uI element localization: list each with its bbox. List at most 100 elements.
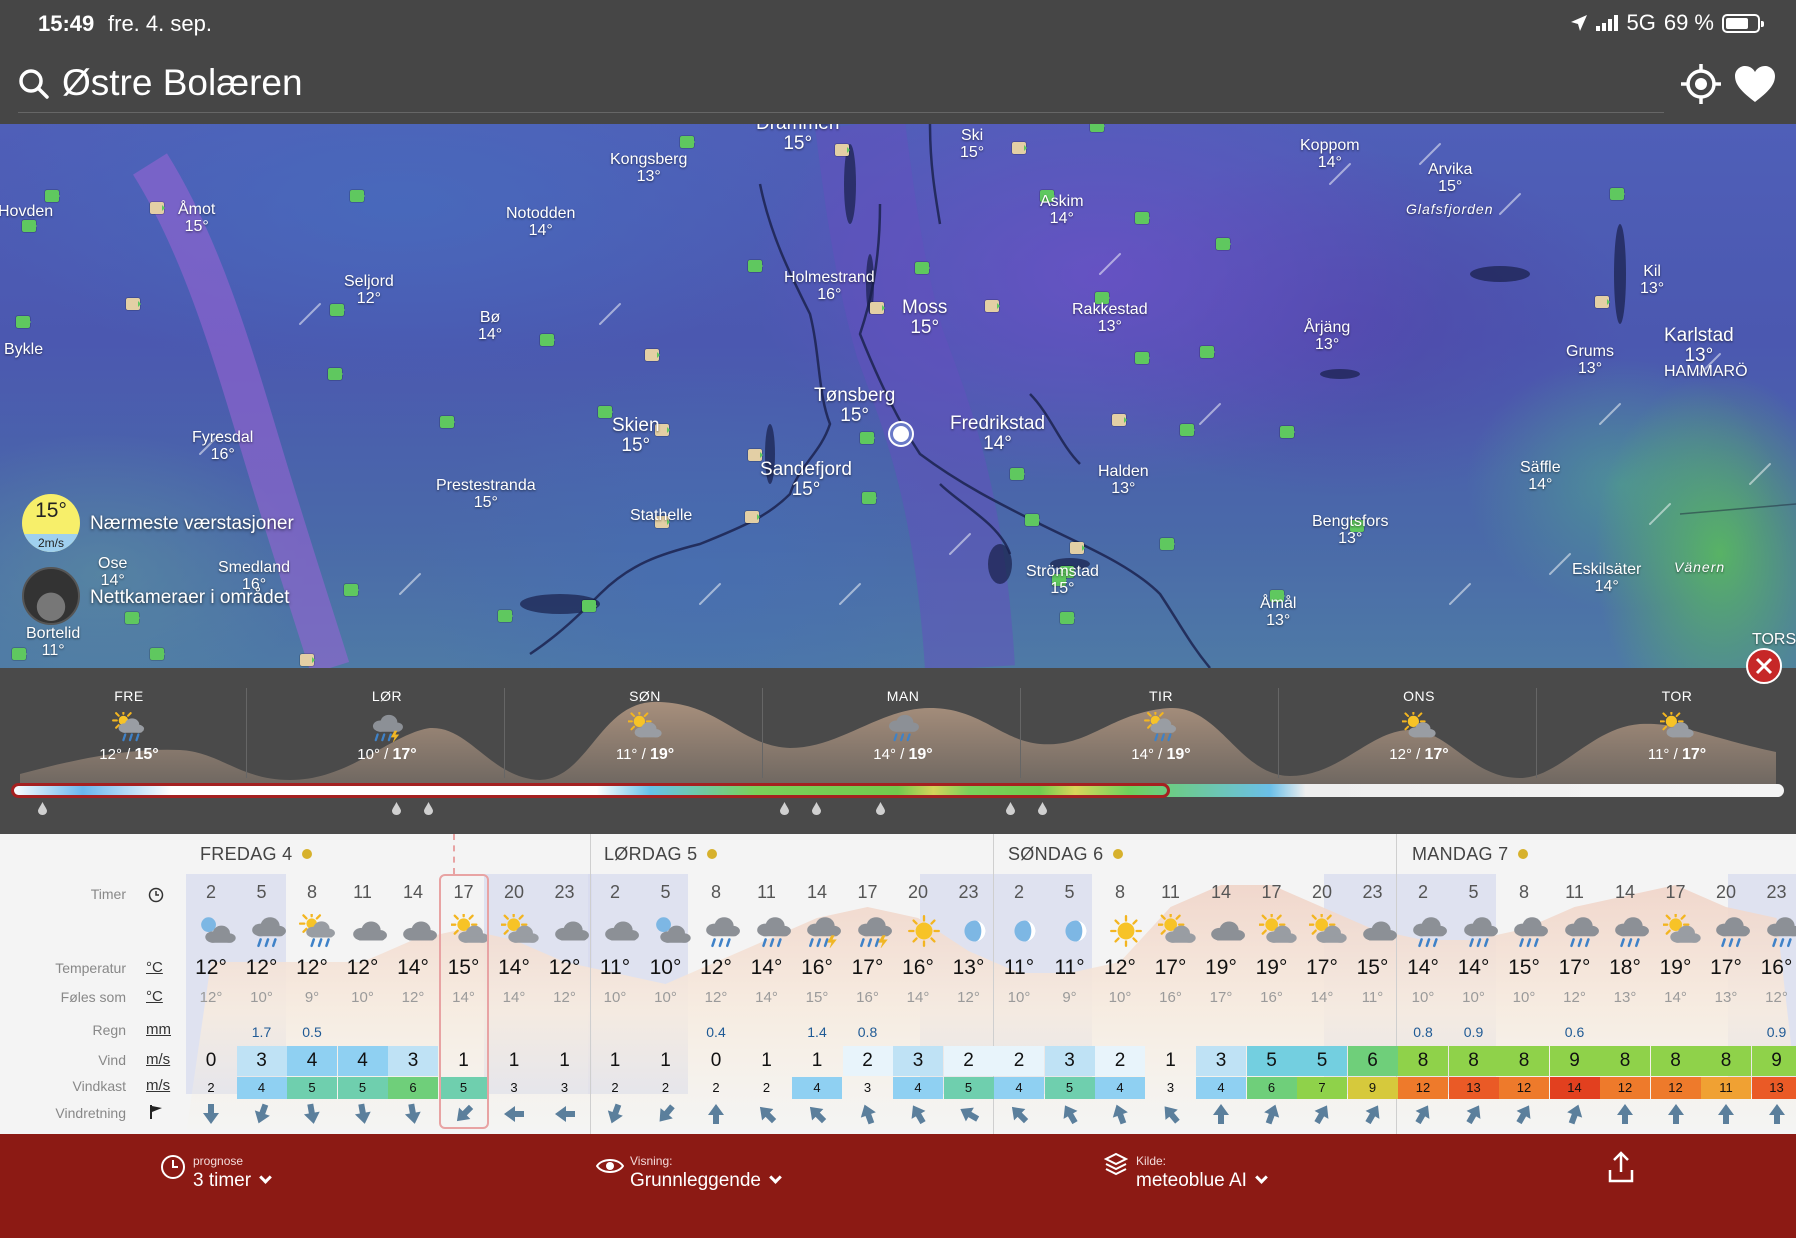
webcam-marker[interactable]	[1180, 424, 1195, 436]
map-city-label[interactable]: Koppom 14°	[1300, 137, 1360, 172]
map-city-label[interactable]: Säffle 14°	[1520, 459, 1561, 494]
map-city-label[interactable]: Åmot 15°	[178, 201, 215, 236]
webcam-marker[interactable]	[344, 584, 359, 596]
webcam-marker[interactable]	[45, 190, 60, 202]
webcam-marker[interactable]	[498, 610, 513, 622]
webcam-marker[interactable]	[598, 406, 613, 418]
map-city-label[interactable]: Moss 15°	[902, 298, 947, 338]
share-icon[interactable]	[1606, 1150, 1636, 1184]
webcam-marker[interactable]	[150, 648, 165, 660]
weather-map[interactable]: Drammen15° Ski15° Kongsberg13° Koppom14°…	[0, 124, 1796, 668]
map-city-label[interactable]: TORS	[1752, 631, 1796, 649]
webcam-marker[interactable]	[985, 300, 1000, 312]
close-week-button[interactable]	[1746, 648, 1782, 684]
webcam-marker[interactable]	[1200, 346, 1215, 358]
map-city-label[interactable]: Halden 13°	[1098, 463, 1149, 498]
webcam-marker[interactable]	[1135, 212, 1150, 224]
map-city-label[interactable]: Drammen15°	[756, 124, 839, 154]
hourly-forecast[interactable]: FREDAG 4 LØRDAG 5 SØNDAG 6 MANDAG 7 Time…	[0, 834, 1796, 1134]
webcam-marker[interactable]	[1280, 426, 1295, 438]
week-day-man[interactable]: MAN 14° / 19°	[774, 688, 1032, 764]
map-city-label[interactable]: Notodden 14°	[506, 205, 575, 240]
webcam-marker[interactable]	[328, 368, 343, 380]
rain-unit[interactable]: mm	[146, 1021, 171, 1038]
webcam-marker[interactable]	[1610, 188, 1625, 200]
webcam-marker[interactable]	[582, 600, 597, 612]
map-city-label[interactable]: Bengtsfors 13°	[1312, 513, 1388, 548]
webcam-marker[interactable]	[330, 304, 345, 316]
webcam-marker[interactable]	[12, 648, 27, 660]
map-city-label[interactable]: Fyresdal 16°	[192, 429, 253, 464]
webcam-marker[interactable]	[126, 298, 141, 310]
webcam-marker[interactable]	[440, 416, 455, 428]
search-icon[interactable]	[18, 68, 50, 100]
webcam-thumbnail[interactable]	[22, 567, 80, 625]
webcam-marker[interactable]	[1012, 142, 1027, 154]
webcam-marker[interactable]	[862, 492, 877, 504]
map-city-label[interactable]: Strömstad 15°	[1026, 563, 1099, 598]
map-city-label[interactable]: Fredrikstad 14°	[950, 414, 1045, 454]
webcam-marker[interactable]	[1135, 352, 1150, 364]
webcam-marker[interactable]	[680, 136, 695, 148]
map-city-label[interactable]: Bø 14°	[478, 309, 502, 344]
week-day-tor[interactable]: TOR 11° / 17°	[1548, 688, 1796, 764]
week-day-fre[interactable]: FRE 12° / 15°	[0, 688, 258, 764]
map-city-label[interactable]: Grums 13°	[1566, 343, 1614, 378]
layers-icon[interactable]	[1104, 1152, 1128, 1178]
eye-icon[interactable]	[596, 1156, 624, 1176]
map-city-label[interactable]: Åmål 13°	[1260, 595, 1296, 630]
webcam-marker[interactable]	[150, 202, 165, 214]
webcam-marker[interactable]	[1010, 468, 1025, 480]
weather-station-badge[interactable]: 15° 2m/s	[22, 494, 80, 552]
map-city-label[interactable]: Eskilsäter 14°	[1572, 561, 1641, 596]
webcam-marker[interactable]	[860, 432, 875, 444]
wind-unit[interactable]: m/s	[146, 1051, 170, 1068]
selected-location-pin[interactable]	[890, 423, 912, 445]
week-day-lør[interactable]: LØR 10° / 17°	[258, 688, 516, 764]
map-city-label[interactable]: Kil 13°	[1640, 263, 1664, 298]
feels-unit[interactable]: °C	[146, 988, 163, 1005]
gust-unit[interactable]: m/s	[146, 1077, 170, 1094]
map-city-label[interactable]: Karlstad 13°	[1664, 326, 1734, 366]
map-city-label[interactable]: Prestestranda 15°	[436, 477, 536, 512]
map-city-label[interactable]: Hovden	[0, 203, 53, 221]
map-city-label[interactable]: Ski 15°	[960, 127, 984, 162]
webcam-marker[interactable]	[870, 302, 885, 314]
week-day-søn[interactable]: SØN 11° / 19°	[516, 688, 774, 764]
webcam-marker[interactable]	[300, 654, 315, 666]
webcam-marker[interactable]	[1090, 124, 1105, 132]
webcam-marker[interactable]	[1216, 238, 1231, 250]
webcam-marker[interactable]	[645, 349, 660, 361]
webcam-marker[interactable]	[915, 262, 930, 274]
webcam-marker[interactable]	[1070, 542, 1085, 554]
forecast-interval-selector[interactable]: prognose 3 timer	[193, 1154, 272, 1192]
webcam-marker[interactable]	[125, 612, 140, 624]
map-city-label[interactable]: Ose 14°	[98, 555, 127, 590]
map-city-label[interactable]: Tønsberg 15°	[814, 386, 895, 426]
view-mode-selector[interactable]: Visning: Grunnleggende	[630, 1154, 782, 1192]
map-city-label[interactable]: Seljord 12°	[344, 273, 394, 308]
webcam-marker[interactable]	[1025, 514, 1040, 526]
webcam-marker[interactable]	[745, 511, 760, 523]
clock-icon[interactable]	[160, 1154, 186, 1180]
webcam-marker[interactable]	[1160, 538, 1175, 550]
data-source-selector[interactable]: Kilde: meteoblue AI	[1136, 1154, 1268, 1192]
nearest-stations-link[interactable]: Nærmeste værstasjoner	[90, 513, 294, 535]
map-city-label[interactable]: Bortelid 11°	[26, 625, 80, 660]
map-city-label[interactable]: Holmestrand 16°	[784, 269, 875, 304]
webcam-marker[interactable]	[540, 334, 555, 346]
favorite-heart-icon[interactable]	[1734, 65, 1776, 103]
location-title[interactable]: Østre Bolæren	[62, 62, 303, 104]
webcam-marker[interactable]	[22, 220, 37, 232]
locate-me-icon[interactable]	[1680, 63, 1722, 105]
map-city-label[interactable]: Sandefjord 15°	[760, 460, 852, 500]
map-city-label[interactable]: Årjäng 13°	[1304, 319, 1350, 354]
map-city-label[interactable]: Arvika 15°	[1428, 161, 1472, 196]
webcam-marker[interactable]	[1595, 296, 1610, 308]
webcam-marker[interactable]	[1060, 612, 1075, 624]
map-city-label[interactable]: HAMMARÖ	[1664, 363, 1748, 381]
temp-unit[interactable]: °C	[146, 959, 163, 976]
map-city-label[interactable]: Stathelle	[630, 507, 692, 525]
map-city-label[interactable]: Askim 14°	[1040, 193, 1084, 228]
week-day-tir[interactable]: TIR 14° / 19°	[1032, 688, 1290, 764]
